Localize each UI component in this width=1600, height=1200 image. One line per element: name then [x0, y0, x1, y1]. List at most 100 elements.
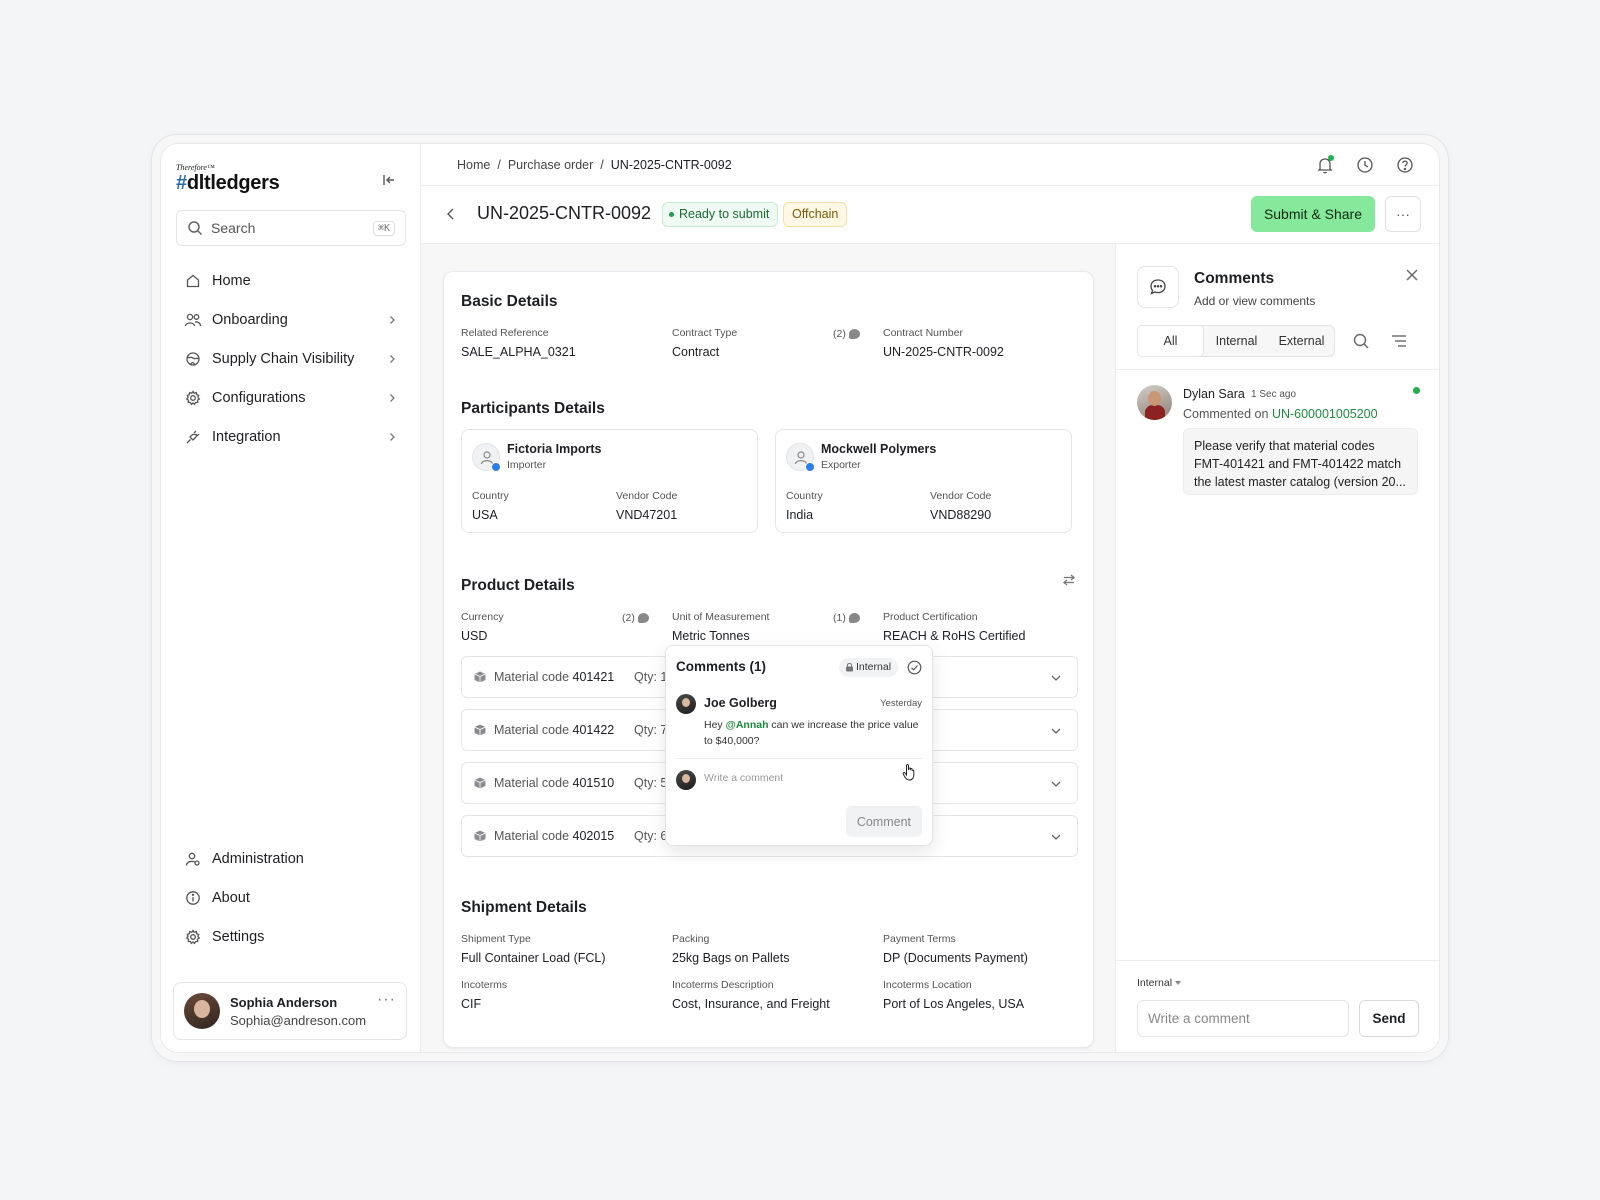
resolve-check-icon[interactable] — [907, 660, 922, 675]
participants-title: Participants Details — [461, 400, 605, 417]
popover-author: Joe Golberg — [704, 696, 777, 710]
topbar: Home / Purchase order / UN-2025-CNTR-009… — [421, 144, 1439, 186]
brand-hash: # — [176, 172, 187, 194]
comment-tabs: All Internal External — [1137, 325, 1335, 357]
field-incoterms: Incoterms CIF — [461, 979, 508, 1011]
breadcrumb-purchase-order[interactable]: Purchase order — [508, 158, 593, 172]
nav-item-home[interactable]: Home — [176, 261, 406, 300]
tab-external[interactable]: External — [1269, 326, 1334, 356]
popover-comment-text: Hey @Annah can we increase the price val… — [704, 719, 919, 747]
gear-icon — [184, 928, 202, 946]
field-shipment-type: Shipment Type Full Container Load (FCL) — [461, 933, 606, 965]
comment-author: Dylan Sara — [1183, 387, 1245, 401]
search-placeholder: Search — [211, 220, 256, 236]
user-icon — [786, 443, 815, 472]
info-icon — [184, 889, 202, 907]
page-title: UN-2025-CNTR-0092 — [477, 203, 652, 223]
search-shortcut: ⌘K — [372, 220, 395, 236]
field-unit-of-measurement: Unit of Measurement Metric Tonnes — [672, 611, 770, 643]
field-contract-type: Contract Type Contract — [672, 327, 738, 359]
chevron-right-icon — [386, 392, 398, 404]
nav-item-integration[interactable]: Integration — [176, 417, 406, 456]
participant-card: Mockwell Polymers Exporter Country India… — [775, 429, 1072, 533]
popover-comment-input[interactable]: Write a comment — [704, 772, 783, 784]
chat-icon — [1137, 266, 1179, 308]
nav-item-about[interactable]: About — [176, 878, 406, 917]
breadcrumb: Home / Purchase order / UN-2025-CNTR-009… — [457, 158, 732, 172]
breadcrumb-current: UN-2025-CNTR-0092 — [610, 158, 732, 172]
avatar — [1137, 385, 1172, 420]
filter-icon[interactable] — [1391, 334, 1407, 348]
avatar — [676, 770, 696, 790]
comment-reference-link[interactable]: UN-600001005200 — [1272, 407, 1378, 421]
internal-badge: Internal — [839, 658, 899, 677]
hand-cursor-icon — [902, 763, 916, 781]
comment-bubble-icon — [848, 613, 860, 623]
help-icon[interactable] — [1395, 155, 1415, 175]
verified-icon — [491, 462, 501, 472]
comment-count[interactable]: (1) — [833, 612, 860, 624]
page-header: UN-2025-CNTR-0092 Ready to submit Offcha… — [421, 186, 1439, 244]
close-icon[interactable] — [1405, 268, 1419, 282]
nav-item-onboarding[interactable]: Onboarding — [176, 300, 406, 339]
status-badge: Ready to submit — [662, 202, 779, 227]
comment-count[interactable]: (2) — [622, 612, 649, 624]
basic-details-title: Basic Details — [461, 293, 558, 310]
comment-body: Please verify that material codes FMT-40… — [1183, 428, 1418, 495]
search-input[interactable]: Search ⌘K — [176, 210, 406, 246]
brand-logo[interactable]: Therefore™ #dltledgers — [176, 163, 280, 194]
brand-tagline: Therefore™ — [176, 163, 215, 172]
swap-icon[interactable] — [1061, 572, 1077, 588]
field-product-certification: Product Certification REACH & RoHS Certi… — [883, 611, 1026, 643]
collapse-sidebar-icon[interactable] — [381, 172, 397, 188]
mention[interactable]: @Annah — [726, 719, 769, 731]
plug-icon — [184, 428, 202, 446]
notification-dot — [1328, 155, 1334, 161]
comment-bubble-icon — [848, 329, 860, 339]
chevron-down-icon[interactable] — [1049, 830, 1063, 844]
comment-count[interactable]: (2) — [833, 328, 860, 340]
comments-panel: Comments Add or view comments All Intern… — [1115, 244, 1439, 1052]
field-incoterms-description: Incoterms Description Cost, Insurance, a… — [672, 979, 830, 1011]
popover-title: Comments (1) — [676, 659, 767, 674]
app-shell: Therefore™ #dltledgers Search ⌘K Home On… — [160, 143, 1440, 1053]
brand-name: dltledgers — [186, 172, 280, 194]
tab-internal[interactable]: Internal — [1204, 326, 1269, 356]
comments-panel-title: Comments — [1194, 270, 1275, 287]
chevron-down-icon[interactable] — [1049, 671, 1063, 685]
search-icon[interactable] — [1352, 332, 1370, 350]
offchain-badge: Offchain — [783, 202, 848, 227]
nav-item-settings[interactable]: Settings — [176, 917, 406, 956]
send-button[interactable]: Send — [1359, 1000, 1419, 1037]
window-frame: Therefore™ #dltledgers Search ⌘K Home On… — [151, 134, 1449, 1062]
back-icon[interactable] — [443, 206, 459, 222]
more-actions-button[interactable]: ··· — [1385, 196, 1421, 232]
comment-bubble-icon — [637, 613, 649, 623]
chevron-down-icon[interactable] — [1049, 777, 1063, 791]
user-name: Sophia Anderson — [230, 994, 338, 1010]
user-menu-icon[interactable]: ··· — [377, 991, 396, 1009]
breadcrumb-home[interactable]: Home — [457, 158, 490, 172]
comment-button[interactable]: Comment — [845, 806, 922, 837]
avatar — [676, 694, 696, 714]
history-icon[interactable] — [1355, 155, 1375, 175]
chevron-down-icon[interactable] — [1049, 724, 1063, 738]
nav-item-configurations[interactable]: Configurations — [176, 378, 406, 417]
unread-dot — [1413, 387, 1420, 394]
submit-share-button[interactable]: Submit & Share — [1250, 196, 1375, 232]
user-card[interactable]: Sophia Anderson Sophia@andreson.com ··· — [173, 982, 407, 1040]
bell-icon[interactable] — [1315, 155, 1335, 175]
visibility-select[interactable]: Internal — [1137, 977, 1182, 989]
comment-context: Commented on UN-600001005200 — [1183, 407, 1378, 421]
nav-item-administration[interactable]: Administration — [176, 839, 406, 878]
user-icon — [472, 443, 501, 472]
search-icon — [187, 220, 203, 236]
tab-all[interactable]: All — [1137, 325, 1204, 357]
box-icon — [474, 724, 486, 736]
comment-input[interactable] — [1137, 1000, 1349, 1037]
box-icon — [474, 671, 486, 683]
nav-item-supply-chain-visibility[interactable]: Supply Chain Visibility — [176, 339, 406, 378]
bottom-nav: Administration About Settings — [176, 839, 406, 956]
field-payment-terms: Payment Terms DP (Documents Payment) — [883, 933, 1028, 965]
product-details-title: Product Details — [461, 577, 575, 594]
